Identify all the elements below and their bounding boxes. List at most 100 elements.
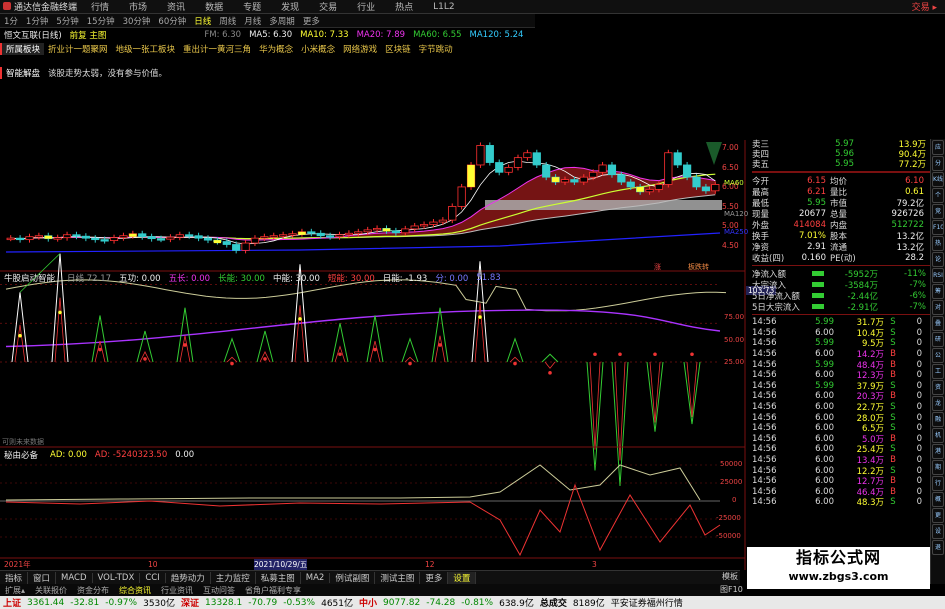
menu-item[interactable]: 交易 [309,0,347,13]
menu-item[interactable]: 行业 [347,0,385,13]
indicator2-name[interactable]: 秘由必备 [0,449,42,461]
indicator-tab[interactable]: 窗口 [28,571,57,584]
concept-item[interactable]: 折业计一题聚网 [44,43,112,55]
sidebar-button[interactable]: 更多 [932,508,944,523]
signal-dot [438,343,442,347]
concept-item[interactable]: 网络游戏 [339,43,381,55]
menu-item[interactable]: 热点 [385,0,423,13]
period-tab[interactable]: 30分钟 [119,15,155,27]
concept-item[interactable]: 小米概念 [297,43,339,55]
indicator-tab[interactable]: 例试副图 [330,571,376,584]
concept-item[interactable]: 区块链 [381,43,415,55]
candle [185,234,194,237]
concept-item[interactable]: 字节跳动 [415,43,457,55]
sidebar-button[interactable]: 应用 [932,140,944,155]
concept-item[interactable]: 地级一张工板块 [112,43,180,55]
sidebar-button[interactable]: 工具 [932,364,944,379]
sz-name[interactable]: 深证 [178,596,202,609]
period-tab[interactable]: 60分钟 [154,15,190,27]
sidebar-button[interactable]: 筹码 [932,284,944,299]
indicator-tab[interactable]: CCI [140,572,166,583]
stock-name[interactable]: 恒文互联(日线) [0,29,66,41]
period-tab[interactable]: 5分钟 [52,15,82,27]
period-tab[interactable]: 月线 [240,15,265,27]
ask-level[interactable]: 卖五 5.95 77.2万 [752,159,930,170]
menu-item[interactable]: 专题 [233,0,271,13]
sidebar-button[interactable]: 行业 [932,476,944,491]
period-tab[interactable]: 15分钟 [83,15,119,27]
tick-row[interactable]: 14:56 6.00 48.3万 S 0 [752,497,930,508]
period-tab[interactable]: 1分 [0,15,22,27]
sidebar-button[interactable]: 竞价 [932,204,944,219]
sidebar-button[interactable]: 概念 [932,492,944,507]
menu-item[interactable]: 资讯 [157,0,195,13]
indicator-tab[interactable]: 指标 [0,571,29,584]
info-subtab[interactable]: 资金分布 [72,585,114,596]
chart-area[interactable] [0,80,752,570]
sh-name[interactable]: 上证 [0,596,24,609]
broker-name[interactable]: 平安证券福州行情 [608,596,686,609]
sidebar-button[interactable]: 论股 [932,252,944,267]
trade-button[interactable]: 交易 ▸ [912,0,945,13]
menu-item[interactable]: L1L2 [423,2,464,12]
info-subtab[interactable]: 行业资讯 [156,585,198,596]
indicator-tab[interactable]: 趋势动力 [166,571,211,584]
period-tab[interactable]: 周线 [215,15,240,27]
stat-value: 7.01% [798,230,826,241]
indicator-tab[interactable]: 设置 [448,571,477,584]
period-tab[interactable]: 更多 [299,15,324,27]
stat-value: 13.2亿 [896,242,924,253]
sidebar-button[interactable]: 融资 [932,412,944,427]
sidebar-button[interactable]: 港股 [932,444,944,459]
menu-item[interactable]: 数据 [195,0,233,13]
sidebar-button[interactable]: 对比 [932,300,944,315]
period-tab[interactable]: 日线 [190,15,215,27]
sidebar-button[interactable]: 热点 [932,236,944,251]
sidebar-button[interactable]: 叠加 [932,316,944,331]
indicator-tab[interactable]: 主力监控 [211,571,256,584]
menu-item[interactable]: 发现 [271,0,309,13]
sidebar-button[interactable]: 机构 [932,428,944,443]
info-subtab[interactable]: 扩展▴ [0,585,30,596]
sidebar-button[interactable]: 个股 [932,188,944,203]
indicator1-name[interactable]: 牛股启动智能 [0,272,59,284]
period-tab[interactable]: 1分钟 [22,15,52,27]
info-subtab[interactable]: 省角户福利专享 [240,585,306,596]
indicator-tab[interactable]: 更多 [420,571,449,584]
zx-name[interactable]: 中小 [356,596,380,609]
info-subtab[interactable]: 综合资讯 [114,585,156,596]
sidebar-button[interactable]: 公告 [932,348,944,363]
indicator-tab[interactable]: 私募主图 [256,571,301,584]
f10-label[interactable]: 图F10 [720,584,743,595]
chart-mode[interactable]: 前复 主图 [66,29,111,41]
sidebar-button[interactable]: 设置 [932,524,944,539]
flow-pct: -6% [909,290,926,301]
concept-item[interactable]: 重出计一黄河三角 [179,43,255,55]
indicator-tab[interactable]: 测试主图 [375,571,421,584]
menu-item[interactable]: 行情 [81,0,119,13]
date-label: 12 [425,559,435,569]
sidebar-button[interactable]: RSI [932,268,944,283]
flow-value: -2.91亿 [847,302,879,313]
sidebar-button[interactable]: K线 [932,172,944,187]
indicator-tab[interactable]: MACD [56,572,93,583]
tick-price: 6.00 [815,423,834,434]
menu-item[interactable]: 市场 [119,0,157,13]
indicator-tab[interactable]: MA2 [301,572,331,583]
template-label[interactable]: 模板 [722,571,738,582]
spike [331,323,349,363]
sidebar-button[interactable]: 资金 [932,380,944,395]
sidebar-button[interactable]: 退出 [932,540,944,555]
sidebar-button[interactable]: 研报 [932,332,944,347]
info-subtab[interactable]: 互动问答 [198,585,240,596]
sidebar-button[interactable]: 期权 [932,460,944,475]
indicator-tab[interactable]: VOL-TDX [93,572,141,583]
info-subtab[interactable]: 关联报价 [30,585,72,596]
sidebar-button[interactable]: 龙虎 [932,396,944,411]
sidebar-button[interactable]: 分时 [932,156,944,171]
tick-time: 14:56 [752,402,777,413]
signal-dot [230,361,234,366]
concept-item[interactable]: 华为概念 [255,43,297,55]
sidebar-button[interactable]: F10 [932,220,944,235]
period-tab[interactable]: 多周期 [265,15,299,27]
